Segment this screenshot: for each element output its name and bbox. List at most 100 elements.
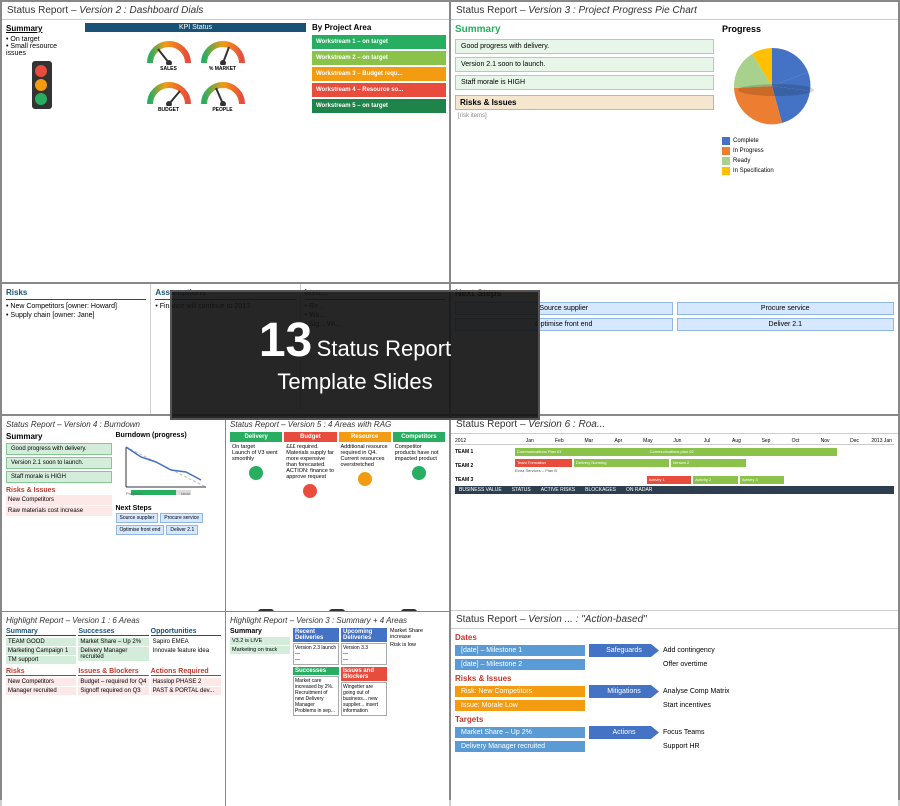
hl1-risks-title: Risks: [6, 668, 76, 676]
gauge-budget: BUDGET: [144, 76, 194, 113]
targets-section: Targets Market Share – Up 2% Actions Foc…: [455, 715, 894, 752]
tl-2013: 2013 Jan: [869, 438, 894, 444]
burndown-nextsteps: Next Steps Source supplier Procure servi…: [116, 505, 222, 535]
report-row: BUSINESS VALUE STATUS ACTIVE RISKS BLOCK…: [455, 486, 894, 494]
hl1-actions: Actions Required Hasslop PHASE 2 PAST & …: [151, 668, 221, 696]
sub-panel-highlight1: Highlight Report – Version 1 : 6 Areas S…: [2, 612, 225, 806]
bs-item1: Good progress with delivery.: [6, 443, 112, 455]
panel6a-content: Dates [date] – Milestone 1 Safeguards Ad…: [451, 629, 898, 804]
panel6-action: Status Report – Version ... : "Action-ba…: [451, 611, 898, 806]
bs-item2: Version 2.1 soon to launch.: [6, 457, 112, 469]
report-blockages: BLOCKAGES: [585, 487, 616, 493]
sub-panel-highlight3: Highlight Report – Version 3 : Summary +…: [226, 612, 449, 806]
bs-item3: Staff morale is HIGH: [6, 471, 112, 483]
hl1-blockers: Issues & Blockers Budget – required for …: [78, 668, 148, 696]
panel2-version: – Version 3 : Project Progress Pie Chart: [520, 5, 697, 16]
hl3-successes-title: Successes: [293, 667, 339, 675]
risks-title: Risks: [6, 288, 146, 300]
pie-chart: [722, 38, 832, 128]
burndown-left: Summary Good progress with delivery. Ver…: [6, 432, 112, 601]
tl-dec: Dec: [840, 438, 870, 444]
panel2-content: Summary Good progress with delivery. Ver…: [451, 20, 898, 280]
mitigation1: Analyse Comp Matrix: [663, 688, 730, 695]
gauge-sales: SALES: [144, 35, 194, 72]
tl-2: [329, 609, 345, 611]
team2-row: TEAM 2 Team Formation Delivery Norming V…: [455, 459, 894, 473]
p2-summary-item3: Staff morale is HIGH: [455, 75, 714, 90]
rag-header: Status Report – Version 5 : 4 Areas with…: [230, 420, 445, 429]
rag-budget-header: Budget: [284, 432, 336, 442]
team3-bar2: Activity 2: [693, 476, 738, 484]
panel6a-title: Status Report: [456, 614, 517, 625]
panel6-title: Status Report: [456, 419, 517, 430]
gauges-row: SALES: [85, 35, 306, 72]
tl-jul: Jul: [692, 438, 722, 444]
panel6a-version: – Version ... : "Action-based": [520, 614, 647, 625]
hl3-blockers-title: Issues and Blockers: [341, 667, 387, 681]
project-title: By Project Area: [312, 23, 446, 32]
team1-bar2: Communications plan 02: [648, 448, 838, 456]
panel-bottom-left: Status Report – Version 4 : Burndown Sum…: [2, 416, 449, 806]
summary-title: Summary: [6, 24, 78, 33]
targets-row1: Market Share – Up 2% Actions Focus Teams: [455, 726, 894, 739]
tl-jun: Jun: [663, 438, 693, 444]
rag-delivery-header: Delivery: [230, 432, 282, 442]
rag-resource-content: Additional resource required in Q4. Curr…: [339, 442, 391, 470]
legend-inspec: In Specification: [722, 167, 894, 175]
panel-version2: Status Report – Version 2 : Dashboard Di…: [2, 2, 449, 282]
tl-sep: Sep: [751, 438, 781, 444]
p2-risks-header: Risks & Issues: [455, 95, 714, 110]
hl1-blocker2: Signoff required on Q3: [78, 687, 148, 695]
sub-panel-burndown: Status Report – Version 4 : Burndown Sum…: [2, 416, 225, 611]
ws-bar-1: Workstream 1 – on target: [312, 35, 446, 49]
panel2-title: Status Report: [456, 5, 517, 16]
hl1-risk2: Manager recruited: [6, 687, 76, 695]
p2-summary-title: Summary: [455, 24, 714, 35]
gauge-people-svg: [200, 76, 246, 106]
panel1-project: By Project Area Workstream 1 – on target…: [309, 20, 449, 280]
hl3-areas: Recent Deliveries Version 2.3 launch—— U…: [293, 628, 387, 716]
actions-arrow: Actions: [589, 726, 659, 739]
timeline-header: 2012 Jan Feb Mar Apr May Jun Jul Aug Sep…: [455, 438, 894, 445]
hl1-marketing: Marketing Campaign 1: [6, 647, 76, 655]
tl-2012: 2012: [455, 438, 515, 444]
hl3-recent: Recent Deliveries Version 2.3 launch——: [293, 628, 339, 665]
hl1-summary: Summary TEAM GOOD Marketing Campaign 1 T…: [6, 628, 76, 665]
safeguard2: Offer overtime: [663, 661, 707, 668]
team1-row: TEAM 1 Communications Plan 01 Communicat…: [455, 448, 894, 456]
overlay-label: 13 Status Report Template Slides: [170, 290, 540, 420]
pie-shadow: [738, 84, 814, 96]
hl1-opps-title: Opportunities: [151, 628, 221, 636]
tl-oct: Oct: [781, 438, 811, 444]
team2-bars: Team Formation Delivery Norming Version …: [515, 459, 894, 473]
rag-traffic-lights: [230, 605, 445, 611]
tl-feb: Feb: [545, 438, 575, 444]
panel-bottom-right: Status Report – Version 6 : Roa... 2012 …: [451, 416, 898, 806]
tl-3: [401, 609, 417, 611]
legend-complete-dot: [722, 137, 730, 145]
rag-competitors: Competitors Competitor products have not…: [393, 432, 445, 601]
kpi-header: KPI Status: [85, 23, 306, 32]
hl3-upcoming-content: Version 3.3——: [341, 643, 387, 665]
burndown-ns-title: Next Steps: [116, 505, 222, 512]
hl3-recent-content: Version 2.3 launch——: [293, 643, 339, 665]
risks-issues-section: Risks & Issues Risk: New Competitors Mit…: [455, 674, 894, 711]
rag-delivery: Delivery On targetLaunch of V3 went smoo…: [230, 432, 282, 601]
burndown-chart-title: Burndown (progress): [116, 432, 222, 439]
risks-section: Risks • New Competitors [owner: Howard] …: [2, 284, 151, 414]
risks-row1: Risk: New Competitors Mitigations Analys…: [455, 685, 894, 698]
p2-summary-item1: Good progress with delivery.: [455, 39, 714, 54]
burndown-header: Status Report – Version 4 : Burndown: [6, 420, 221, 429]
hl1-actions-title: Actions Required: [151, 668, 221, 676]
legend-inprogress: In Progress: [722, 147, 894, 155]
gauge-sales-label: SALES: [160, 66, 177, 72]
action-support: Support HR: [663, 743, 700, 750]
safeguard1: Add contingency: [663, 647, 715, 654]
hl1-grid2: Risks New Competitors Manager recruited …: [6, 668, 221, 696]
burndown-risk1: New Competitors: [6, 495, 112, 505]
panel2-header: Status Report – Version 3 : Project Prog…: [451, 2, 898, 20]
rag-resource-dot: [358, 472, 372, 486]
p2-risks-content: [risk items]: [455, 110, 714, 122]
ns-procure-service: Procure service: [677, 302, 895, 315]
team3-bar3: Activity 3: [740, 476, 785, 484]
